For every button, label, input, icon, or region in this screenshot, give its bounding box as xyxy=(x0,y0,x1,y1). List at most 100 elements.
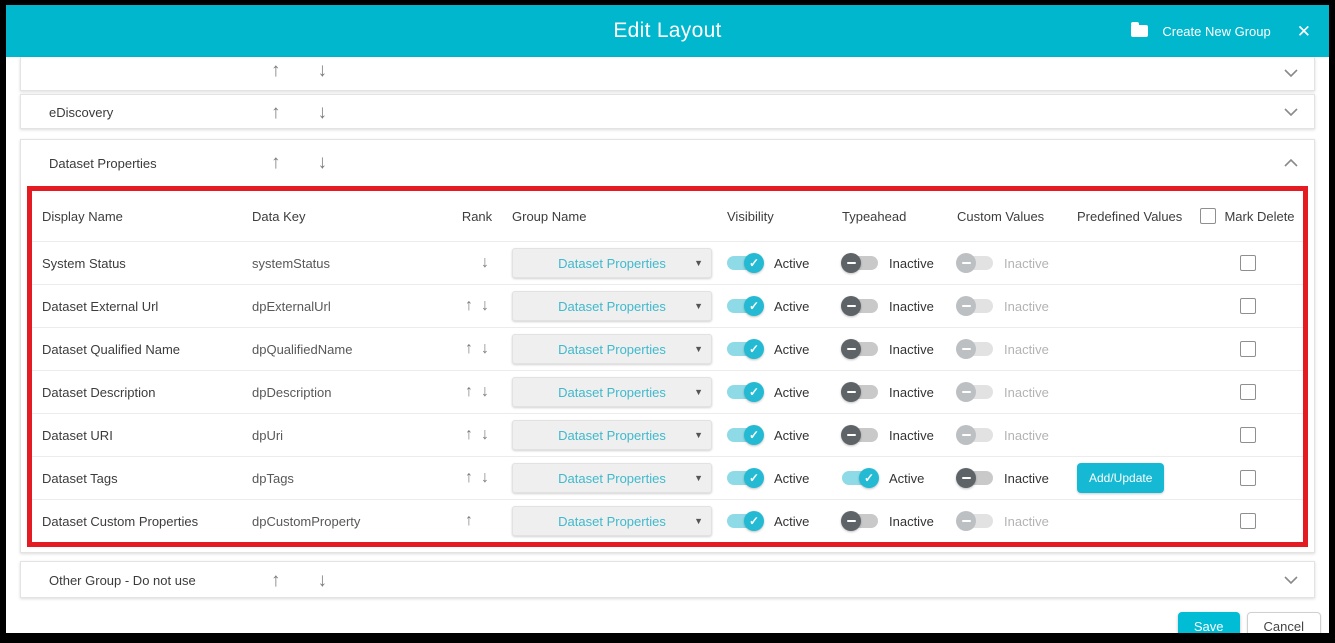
mark-delete-checkbox[interactable] xyxy=(1240,384,1256,400)
add-update-button[interactable]: Add/Update xyxy=(1077,463,1164,493)
typeahead-cell: Active xyxy=(842,471,957,486)
save-button[interactable]: Save xyxy=(1178,612,1240,633)
rank-cell: ↑ ↓ xyxy=(442,340,512,358)
typeahead-toggle[interactable] xyxy=(842,342,878,356)
toggle-knob-icon xyxy=(841,296,861,316)
group-name-cell: Dataset Properties ▼ xyxy=(512,248,727,278)
typeahead-toggle[interactable] xyxy=(842,428,878,442)
move-group-up-icon[interactable]: ↑ xyxy=(271,102,281,124)
rank-up-icon[interactable]: ↑ xyxy=(461,426,477,444)
chevron-down-icon[interactable] xyxy=(1284,576,1298,585)
custom-values-toggle[interactable] xyxy=(957,471,993,485)
mark-delete-checkbox[interactable] xyxy=(1240,341,1256,357)
toggle-knob-icon xyxy=(841,382,861,402)
group-name-select[interactable]: Dataset Properties ▼ xyxy=(512,420,712,450)
group-name-select[interactable]: Dataset Properties ▼ xyxy=(512,506,712,536)
chevron-down-icon[interactable] xyxy=(1284,69,1298,78)
visibility-toggle[interactable] xyxy=(727,428,763,442)
toggle-knob-icon xyxy=(956,382,976,402)
toggle-knob-icon xyxy=(744,296,764,316)
mark-delete-checkbox[interactable] xyxy=(1240,427,1256,443)
move-group-down-icon[interactable]: ↓ xyxy=(318,102,328,124)
typeahead-toggle[interactable] xyxy=(842,256,878,270)
caret-down-icon: ▼ xyxy=(694,430,703,440)
move-group-down-icon[interactable]: ↓ xyxy=(318,60,328,82)
table-row: Dataset URI dpUri ↑ ↓ Dataset Properties… xyxy=(32,413,1303,456)
create-new-group-button[interactable]: Create New Group xyxy=(1162,24,1270,39)
move-group-down-icon[interactable]: ↓ xyxy=(318,570,328,592)
toggle-knob-icon xyxy=(956,468,976,488)
visibility-toggle[interactable] xyxy=(727,342,763,356)
mark-delete-checkbox[interactable] xyxy=(1240,298,1256,314)
rank-up-icon[interactable]: ↑ xyxy=(461,469,477,487)
dataset-properties-group-card: Dataset Properties ↑ ↓ Display Name Data… xyxy=(20,139,1315,553)
mark-delete-all-checkbox[interactable] xyxy=(1200,208,1216,224)
group-name-select[interactable]: Dataset Properties ▼ xyxy=(512,463,712,493)
rank-cell: ↑ ↓ xyxy=(442,426,512,444)
typeahead-toggle[interactable] xyxy=(842,385,878,399)
typeahead-toggle[interactable] xyxy=(842,514,878,528)
rank-cell: ↑ ↓ xyxy=(442,297,512,315)
custom-values-label: Inactive xyxy=(1004,299,1049,314)
col-header-typeahead: Typeahead xyxy=(842,209,957,224)
move-group-up-icon[interactable]: ↑ xyxy=(271,60,281,82)
col-header-custom-values: Custom Values xyxy=(957,209,1077,224)
close-icon[interactable]: ✕ xyxy=(1297,23,1311,40)
group-name-select[interactable]: Dataset Properties ▼ xyxy=(512,291,712,321)
collapsed-group-card: ↑ ↓ xyxy=(20,57,1315,91)
visibility-toggle[interactable] xyxy=(727,514,763,528)
chevron-up-icon[interactable] xyxy=(1284,158,1298,167)
highlighted-table: Display Name Data Key Rank Group Name Vi… xyxy=(27,186,1308,547)
data-key-cell: dpTags xyxy=(252,471,442,486)
section-label-ediscovery: eDiscovery xyxy=(49,105,113,120)
mark-delete-cell xyxy=(1192,298,1303,314)
custom-values-label: Inactive xyxy=(1004,514,1049,529)
col-header-visibility: Visibility xyxy=(727,209,842,224)
rank-cell: ↓ xyxy=(442,254,512,272)
mark-delete-checkbox[interactable] xyxy=(1240,513,1256,529)
group-name-select[interactable]: Dataset Properties ▼ xyxy=(512,377,712,407)
toggle-knob-icon xyxy=(841,425,861,445)
group-name-select[interactable]: Dataset Properties ▼ xyxy=(512,334,712,364)
rank-up-icon[interactable]: ↑ xyxy=(461,340,477,358)
group-name-select[interactable]: Dataset Properties ▼ xyxy=(512,248,712,278)
rank-down-icon[interactable]: ↓ xyxy=(477,426,493,444)
visibility-toggle[interactable] xyxy=(727,471,763,485)
rank-up-icon[interactable]: ↑ xyxy=(461,297,477,315)
rank-up-icon[interactable]: ↑ xyxy=(461,512,477,530)
section-label-dataset-properties: Dataset Properties xyxy=(49,156,157,171)
toggle-knob-icon xyxy=(859,468,879,488)
cancel-button[interactable]: Cancel xyxy=(1247,612,1321,633)
rank-down-icon[interactable]: ↓ xyxy=(477,297,493,315)
data-key-cell: dpCustomProperty xyxy=(252,514,442,529)
data-key-cell: dpDescription xyxy=(252,385,442,400)
rank-down-icon[interactable]: ↓ xyxy=(477,383,493,401)
group-name-cell: Dataset Properties ▼ xyxy=(512,420,727,450)
rank-down-icon[interactable]: ↓ xyxy=(477,340,493,358)
rank-down-icon[interactable]: ↓ xyxy=(477,469,493,487)
rank-down-icon[interactable]: ↓ xyxy=(477,254,493,272)
visibility-cell: Active xyxy=(727,471,842,486)
rank-up-icon[interactable]: ↑ xyxy=(461,383,477,401)
group-name-value: Dataset Properties xyxy=(558,514,666,529)
custom-values-label: Inactive xyxy=(1004,428,1049,443)
visibility-toggle[interactable] xyxy=(727,385,763,399)
display-name-cell: Dataset Custom Properties xyxy=(42,514,252,529)
move-group-up-icon[interactable]: ↑ xyxy=(271,152,281,174)
move-group-up-icon[interactable]: ↑ xyxy=(271,570,281,592)
table-row: Dataset Qualified Name dpQualifiedName ↑… xyxy=(32,327,1303,370)
visibility-toggle[interactable] xyxy=(727,256,763,270)
typeahead-toggle[interactable] xyxy=(842,471,878,485)
mark-delete-checkbox[interactable] xyxy=(1240,470,1256,486)
move-group-down-icon[interactable]: ↓ xyxy=(318,152,328,174)
typeahead-toggle[interactable] xyxy=(842,299,878,313)
mark-delete-checkbox[interactable] xyxy=(1240,255,1256,271)
table-row: Dataset Tags dpTags ↑ ↓ Dataset Properti… xyxy=(32,456,1303,499)
visibility-toggle[interactable] xyxy=(727,299,763,313)
chevron-down-icon[interactable] xyxy=(1284,108,1298,117)
visibility-cell: Active xyxy=(727,299,842,314)
custom-values-toggle xyxy=(957,385,993,399)
ediscovery-group-card: eDiscovery ↑ ↓ xyxy=(20,94,1315,129)
typeahead-label: Active xyxy=(889,471,924,486)
display-name-cell: Dataset URI xyxy=(42,428,252,443)
